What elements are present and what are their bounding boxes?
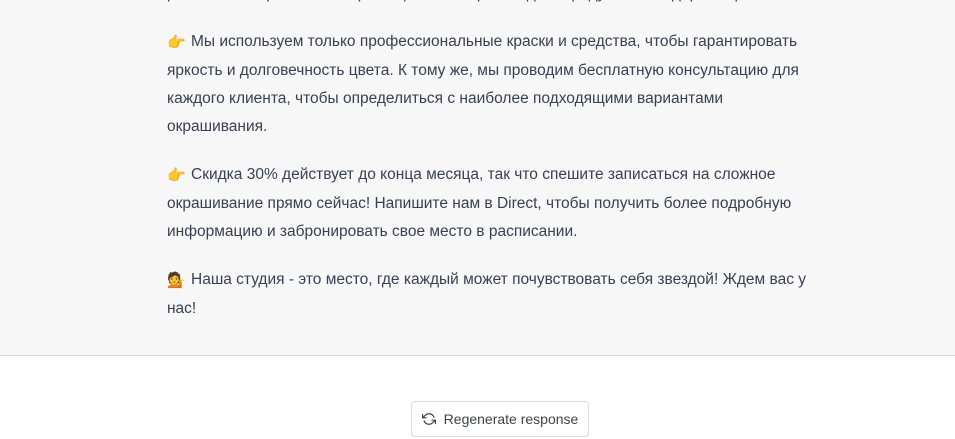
assistant-message: рый легко стирается, а о ярком цвете, ко… (0, 0, 955, 356)
regenerate-label: Regenerate response (443, 411, 579, 427)
message-paragraph: 👉 Скидка 30% действует до конца месяца, т… (167, 161, 817, 246)
paragraph-text: Наша студия - это место, где каждый може… (167, 271, 806, 317)
regenerate-response-button[interactable]: Regenerate response (411, 401, 589, 437)
pointing-hand-icon: 👉 (167, 34, 186, 51)
message-paragraph: 👉 Мы используем только профессиональные к… (167, 28, 817, 141)
paragraph-text: рый легко стирается, а о ярком цвете, ко… (167, 0, 781, 8)
bottom-bar: Regenerate response (0, 356, 955, 439)
message-text: рый легко стирается, а о ярком цвете, ко… (167, 0, 817, 343)
refresh-icon (421, 413, 436, 425)
pointing-hand-icon: 👉 (167, 167, 186, 184)
paragraph-text: Скидка 30% действует до конца месяца, та… (167, 166, 792, 240)
person-tipping-hand-icon: 💁 (167, 272, 186, 289)
message-paragraph: 💁 Наша студия - это место, где каждый мож… (167, 266, 817, 323)
message-paragraph: рый легко стирается, а о ярком цвете, ко… (167, 0, 817, 8)
paragraph-text: Мы используем только профессиональные кр… (167, 33, 799, 135)
